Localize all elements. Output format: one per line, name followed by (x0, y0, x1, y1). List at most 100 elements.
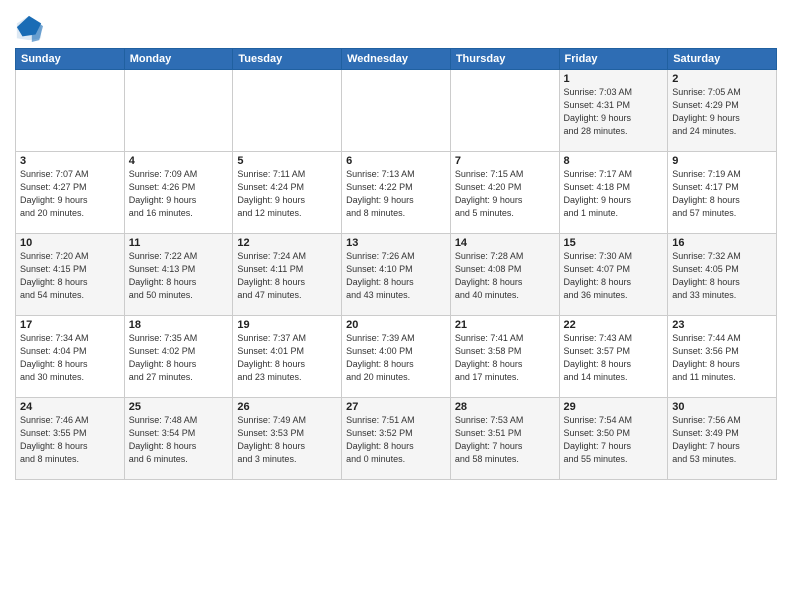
day-number: 20 (346, 319, 446, 331)
day-cell (16, 70, 125, 152)
day-info: Sunrise: 7:34 AM Sunset: 4:04 PM Dayligh… (20, 332, 120, 384)
day-info: Sunrise: 7:32 AM Sunset: 4:05 PM Dayligh… (672, 250, 772, 302)
day-cell: 11Sunrise: 7:22 AM Sunset: 4:13 PM Dayli… (124, 234, 233, 316)
day-cell: 6Sunrise: 7:13 AM Sunset: 4:22 PM Daylig… (342, 152, 451, 234)
day-cell (342, 70, 451, 152)
day-cell: 7Sunrise: 7:15 AM Sunset: 4:20 PM Daylig… (450, 152, 559, 234)
day-info: Sunrise: 7:41 AM Sunset: 3:58 PM Dayligh… (455, 332, 555, 384)
col-header-sunday: Sunday (16, 49, 125, 70)
day-number: 24 (20, 401, 120, 413)
col-header-thursday: Thursday (450, 49, 559, 70)
day-cell: 15Sunrise: 7:30 AM Sunset: 4:07 PM Dayli… (559, 234, 668, 316)
day-number: 8 (564, 155, 664, 167)
day-info: Sunrise: 7:03 AM Sunset: 4:31 PM Dayligh… (564, 86, 664, 138)
day-number: 13 (346, 237, 446, 249)
header (15, 10, 777, 42)
calendar-table: SundayMondayTuesdayWednesdayThursdayFrid… (15, 48, 777, 480)
day-cell: 25Sunrise: 7:48 AM Sunset: 3:54 PM Dayli… (124, 398, 233, 480)
day-cell: 27Sunrise: 7:51 AM Sunset: 3:52 PM Dayli… (342, 398, 451, 480)
day-number: 3 (20, 155, 120, 167)
day-cell: 20Sunrise: 7:39 AM Sunset: 4:00 PM Dayli… (342, 316, 451, 398)
day-cell: 30Sunrise: 7:56 AM Sunset: 3:49 PM Dayli… (668, 398, 777, 480)
day-number: 17 (20, 319, 120, 331)
day-number: 16 (672, 237, 772, 249)
day-info: Sunrise: 7:22 AM Sunset: 4:13 PM Dayligh… (129, 250, 229, 302)
day-number: 6 (346, 155, 446, 167)
day-info: Sunrise: 7:46 AM Sunset: 3:55 PM Dayligh… (20, 414, 120, 466)
logo (15, 14, 45, 42)
day-number: 25 (129, 401, 229, 413)
day-number: 10 (20, 237, 120, 249)
day-number: 21 (455, 319, 555, 331)
day-number: 22 (564, 319, 664, 331)
day-info: Sunrise: 7:53 AM Sunset: 3:51 PM Dayligh… (455, 414, 555, 466)
day-number: 5 (237, 155, 337, 167)
day-cell: 9Sunrise: 7:19 AM Sunset: 4:17 PM Daylig… (668, 152, 777, 234)
day-number: 15 (564, 237, 664, 249)
day-cell: 3Sunrise: 7:07 AM Sunset: 4:27 PM Daylig… (16, 152, 125, 234)
day-cell: 24Sunrise: 7:46 AM Sunset: 3:55 PM Dayli… (16, 398, 125, 480)
day-info: Sunrise: 7:24 AM Sunset: 4:11 PM Dayligh… (237, 250, 337, 302)
day-cell: 1Sunrise: 7:03 AM Sunset: 4:31 PM Daylig… (559, 70, 668, 152)
day-cell: 21Sunrise: 7:41 AM Sunset: 3:58 PM Dayli… (450, 316, 559, 398)
day-number: 27 (346, 401, 446, 413)
day-info: Sunrise: 7:51 AM Sunset: 3:52 PM Dayligh… (346, 414, 446, 466)
day-cell (450, 70, 559, 152)
day-cell: 16Sunrise: 7:32 AM Sunset: 4:05 PM Dayli… (668, 234, 777, 316)
day-number: 28 (455, 401, 555, 413)
day-info: Sunrise: 7:17 AM Sunset: 4:18 PM Dayligh… (564, 168, 664, 220)
week-row-2: 3Sunrise: 7:07 AM Sunset: 4:27 PM Daylig… (16, 152, 777, 234)
week-row-3: 10Sunrise: 7:20 AM Sunset: 4:15 PM Dayli… (16, 234, 777, 316)
day-info: Sunrise: 7:48 AM Sunset: 3:54 PM Dayligh… (129, 414, 229, 466)
day-number: 14 (455, 237, 555, 249)
day-cell: 2Sunrise: 7:05 AM Sunset: 4:29 PM Daylig… (668, 70, 777, 152)
day-number: 12 (237, 237, 337, 249)
day-info: Sunrise: 7:11 AM Sunset: 4:24 PM Dayligh… (237, 168, 337, 220)
day-info: Sunrise: 7:30 AM Sunset: 4:07 PM Dayligh… (564, 250, 664, 302)
day-info: Sunrise: 7:28 AM Sunset: 4:08 PM Dayligh… (455, 250, 555, 302)
week-row-5: 24Sunrise: 7:46 AM Sunset: 3:55 PM Dayli… (16, 398, 777, 480)
day-cell: 12Sunrise: 7:24 AM Sunset: 4:11 PM Dayli… (233, 234, 342, 316)
day-number: 19 (237, 319, 337, 331)
day-info: Sunrise: 7:26 AM Sunset: 4:10 PM Dayligh… (346, 250, 446, 302)
page-container: SundayMondayTuesdayWednesdayThursdayFrid… (0, 0, 792, 485)
day-number: 18 (129, 319, 229, 331)
day-info: Sunrise: 7:07 AM Sunset: 4:27 PM Dayligh… (20, 168, 120, 220)
day-info: Sunrise: 7:05 AM Sunset: 4:29 PM Dayligh… (672, 86, 772, 138)
day-cell: 14Sunrise: 7:28 AM Sunset: 4:08 PM Dayli… (450, 234, 559, 316)
day-cell: 28Sunrise: 7:53 AM Sunset: 3:51 PM Dayli… (450, 398, 559, 480)
day-cell: 19Sunrise: 7:37 AM Sunset: 4:01 PM Dayli… (233, 316, 342, 398)
day-cell: 4Sunrise: 7:09 AM Sunset: 4:26 PM Daylig… (124, 152, 233, 234)
day-cell (233, 70, 342, 152)
day-number: 9 (672, 155, 772, 167)
day-info: Sunrise: 7:35 AM Sunset: 4:02 PM Dayligh… (129, 332, 229, 384)
day-cell (124, 70, 233, 152)
day-number: 4 (129, 155, 229, 167)
week-row-1: 1Sunrise: 7:03 AM Sunset: 4:31 PM Daylig… (16, 70, 777, 152)
day-number: 7 (455, 155, 555, 167)
day-info: Sunrise: 7:13 AM Sunset: 4:22 PM Dayligh… (346, 168, 446, 220)
day-cell: 13Sunrise: 7:26 AM Sunset: 4:10 PM Dayli… (342, 234, 451, 316)
day-cell: 17Sunrise: 7:34 AM Sunset: 4:04 PM Dayli… (16, 316, 125, 398)
day-info: Sunrise: 7:39 AM Sunset: 4:00 PM Dayligh… (346, 332, 446, 384)
col-header-tuesday: Tuesday (233, 49, 342, 70)
col-header-friday: Friday (559, 49, 668, 70)
day-number: 30 (672, 401, 772, 413)
day-cell: 8Sunrise: 7:17 AM Sunset: 4:18 PM Daylig… (559, 152, 668, 234)
day-cell: 26Sunrise: 7:49 AM Sunset: 3:53 PM Dayli… (233, 398, 342, 480)
logo-icon (15, 14, 43, 42)
day-cell: 23Sunrise: 7:44 AM Sunset: 3:56 PM Dayli… (668, 316, 777, 398)
day-info: Sunrise: 7:56 AM Sunset: 3:49 PM Dayligh… (672, 414, 772, 466)
day-cell: 10Sunrise: 7:20 AM Sunset: 4:15 PM Dayli… (16, 234, 125, 316)
day-info: Sunrise: 7:20 AM Sunset: 4:15 PM Dayligh… (20, 250, 120, 302)
week-row-4: 17Sunrise: 7:34 AM Sunset: 4:04 PM Dayli… (16, 316, 777, 398)
day-number: 11 (129, 237, 229, 249)
col-header-monday: Monday (124, 49, 233, 70)
day-info: Sunrise: 7:09 AM Sunset: 4:26 PM Dayligh… (129, 168, 229, 220)
day-info: Sunrise: 7:44 AM Sunset: 3:56 PM Dayligh… (672, 332, 772, 384)
col-header-wednesday: Wednesday (342, 49, 451, 70)
day-info: Sunrise: 7:19 AM Sunset: 4:17 PM Dayligh… (672, 168, 772, 220)
day-number: 2 (672, 73, 772, 85)
day-info: Sunrise: 7:15 AM Sunset: 4:20 PM Dayligh… (455, 168, 555, 220)
day-cell: 29Sunrise: 7:54 AM Sunset: 3:50 PM Dayli… (559, 398, 668, 480)
